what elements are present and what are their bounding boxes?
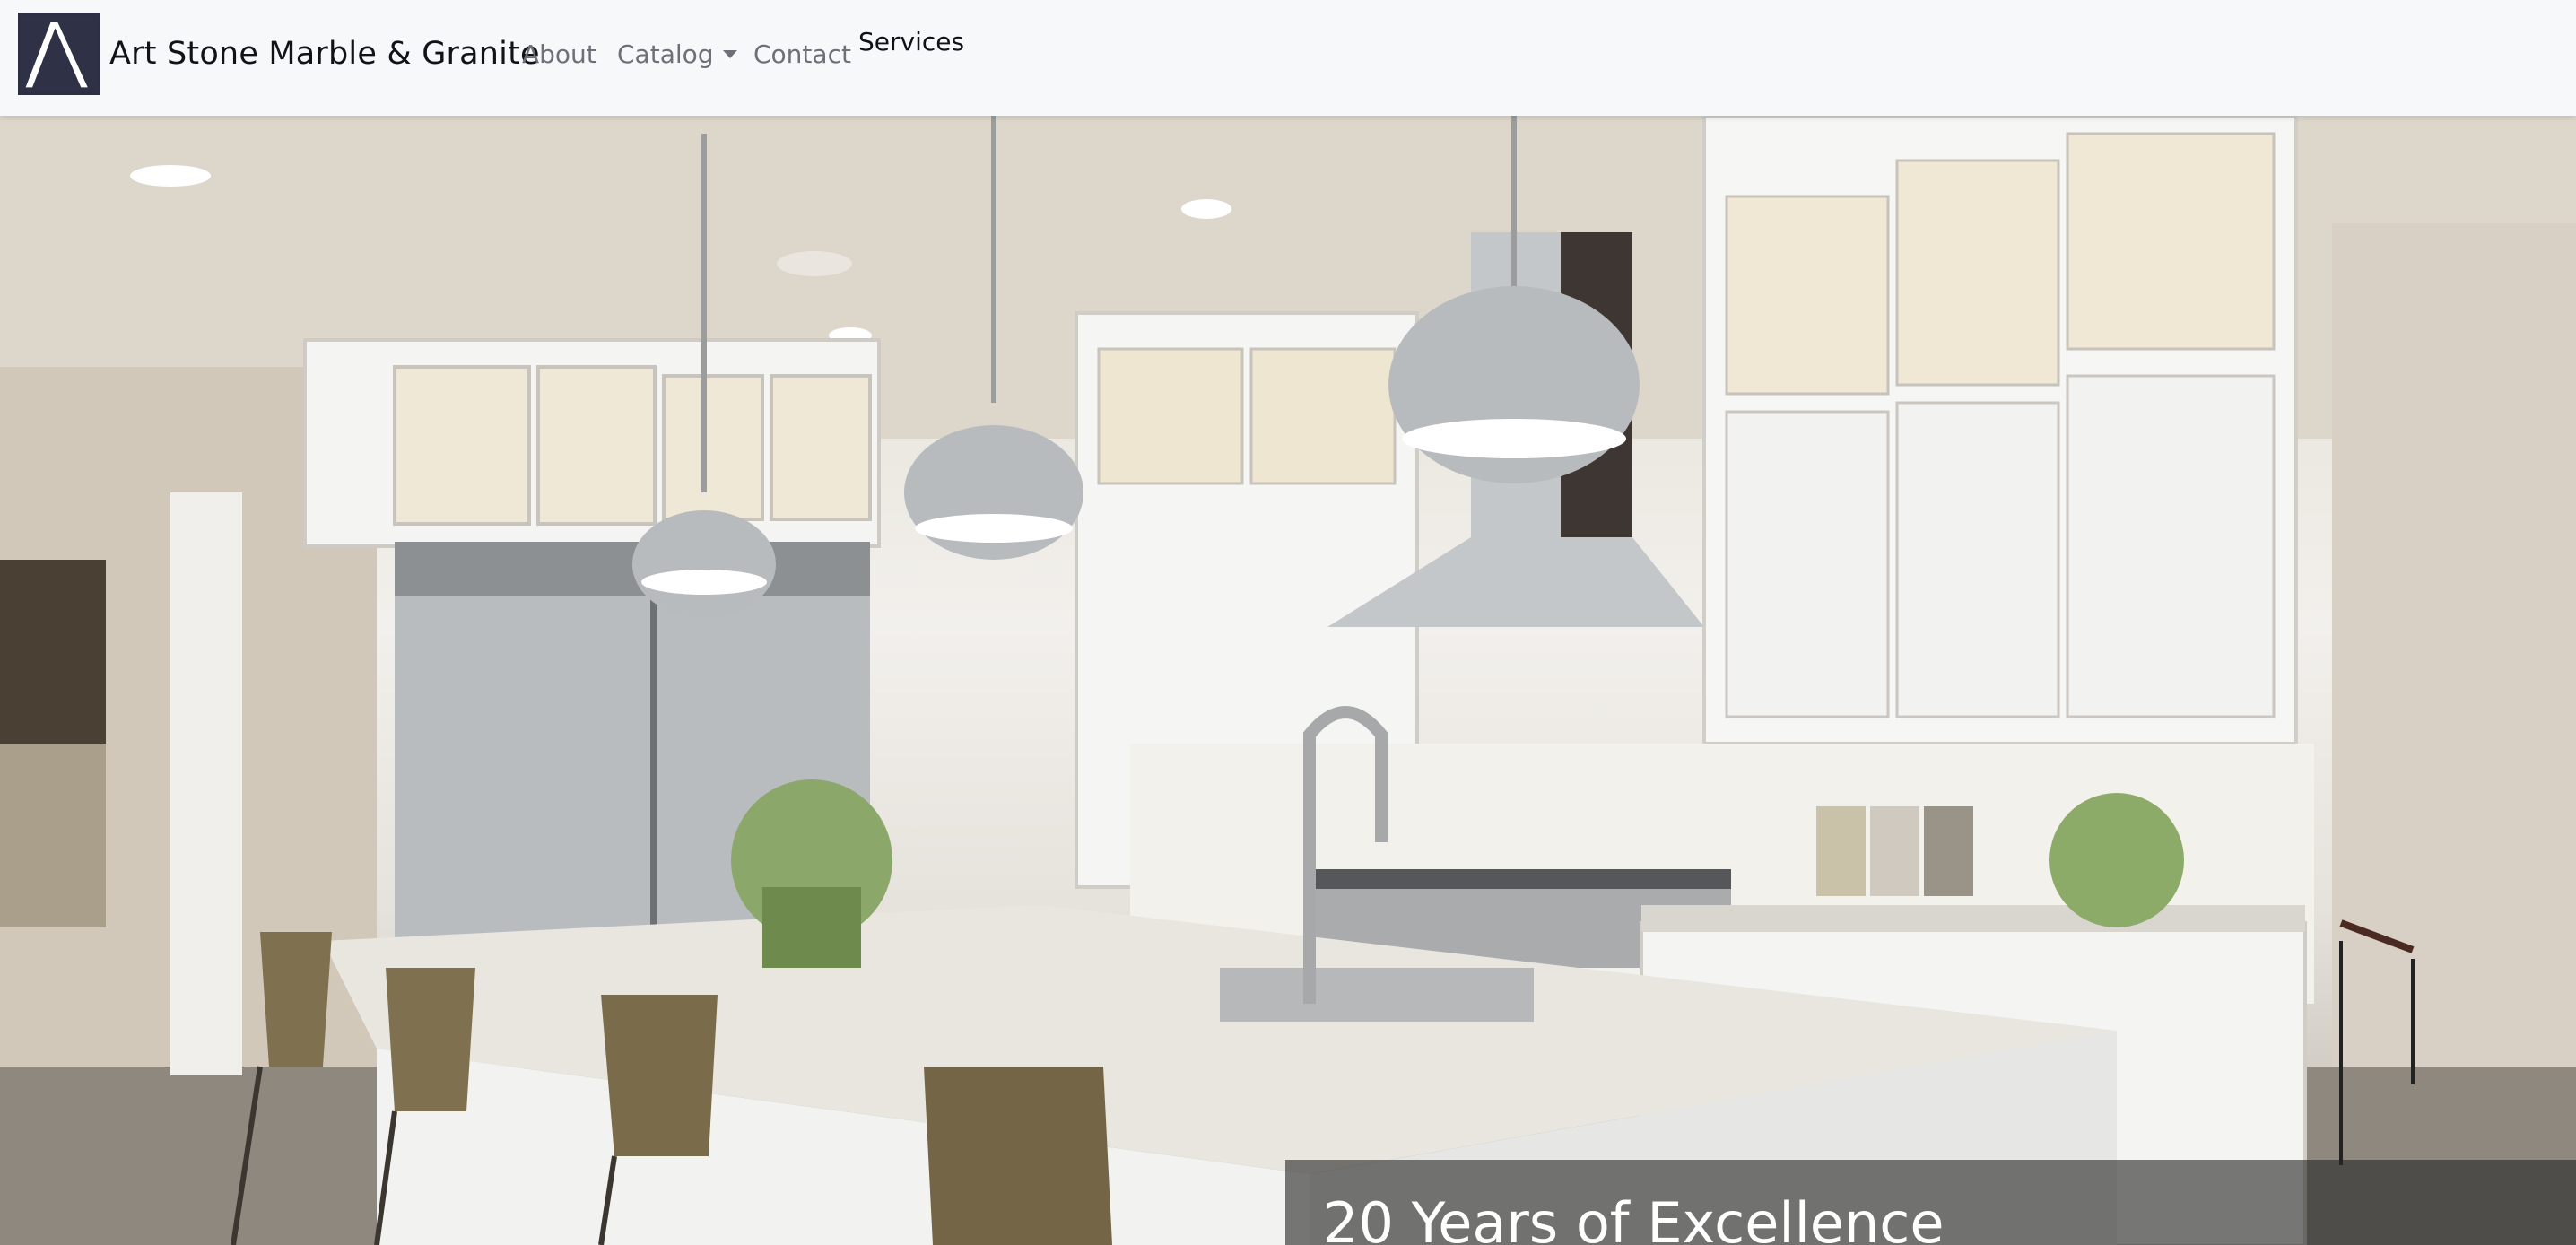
nav-link-catalog[interactable]: Catalog <box>617 39 737 69</box>
nav-link-services[interactable]: Services <box>858 27 964 57</box>
hero-banner <box>0 116 2576 1245</box>
brand-name: Art Stone Marble & Granite <box>109 36 540 72</box>
caret-down-icon <box>722 50 737 58</box>
nav-link-about[interactable]: About <box>522 39 596 69</box>
kitchen-interior-photo <box>0 116 2576 1245</box>
nav-link-catalog-label: Catalog <box>617 39 714 69</box>
hero-caption: 20 Years of Excellence <box>1323 1190 1945 1245</box>
nav-link-contact[interactable]: Contact <box>753 39 851 69</box>
top-navbar: Art Stone Marble & Granite About Catalog… <box>0 0 2576 116</box>
brand-link[interactable]: Art Stone Marble & Granite <box>18 13 540 95</box>
art-stone-logo-icon <box>18 13 100 95</box>
